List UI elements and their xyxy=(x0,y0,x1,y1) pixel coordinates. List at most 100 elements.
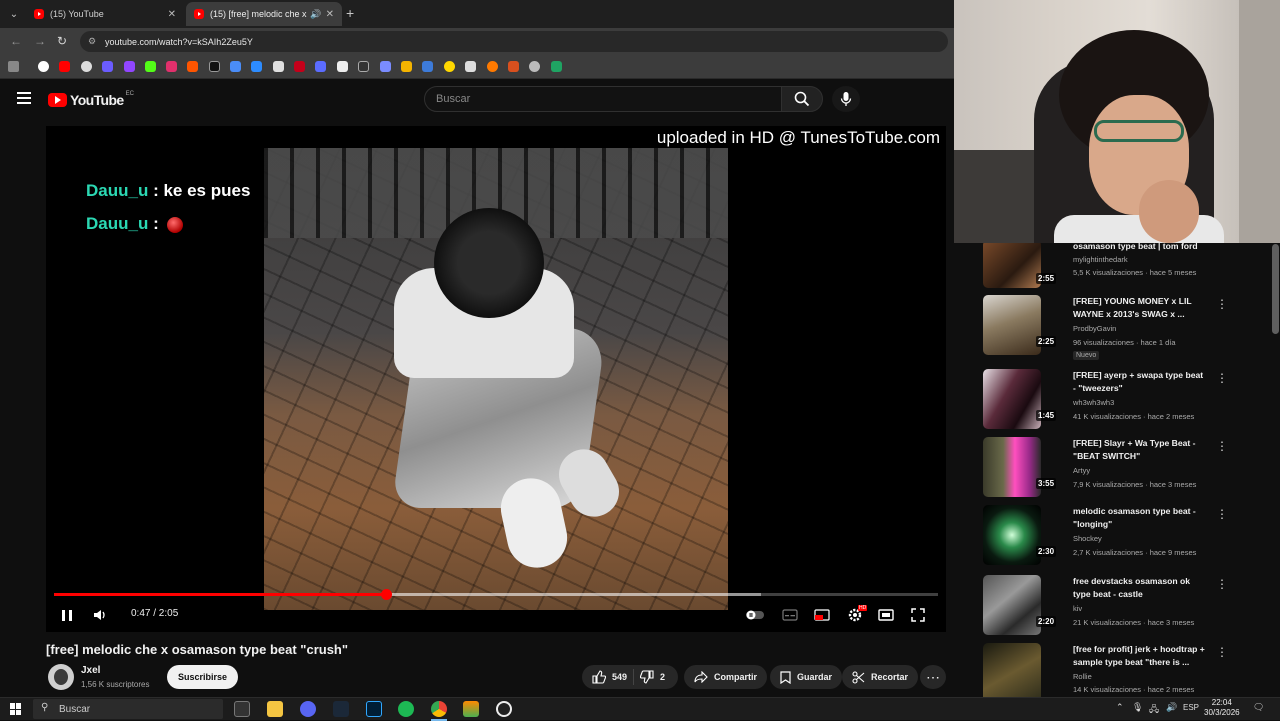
browser-tab-youtube[interactable]: (15) YouTube ✕ xyxy=(26,2,184,26)
translate-bookmark-icon[interactable] xyxy=(230,61,241,72)
recommendation-title[interactable]: free devstacks osamason ok type beat - c… xyxy=(1073,575,1208,601)
subtitles-button[interactable] xyxy=(780,604,800,626)
taskbar-search[interactable]: ⚲ Buscar xyxy=(33,699,223,719)
recommendation-title[interactable]: [FREE] ayerp + swapa type beat - "tweeze… xyxy=(1073,369,1208,395)
volume-button[interactable] xyxy=(90,604,110,626)
clip-button[interactable]: Recortar xyxy=(842,665,919,689)
recommendation-item[interactable]: 2:25 [FREE] YOUNG MONEY x LIL WAYNE x 20… xyxy=(954,295,1280,360)
epic-games-icon[interactable] xyxy=(234,701,250,717)
discord-icon[interactable] xyxy=(300,701,316,717)
bookmark-icon[interactable] xyxy=(358,61,369,72)
share-button[interactable]: Compartir xyxy=(684,665,768,689)
bookmark-icon[interactable] xyxy=(315,61,326,72)
close-tab-icon[interactable]: ✕ xyxy=(326,9,334,20)
recommendation-title[interactable]: [FREE] YOUNG MONEY x LIL WAYNE x 2013's … xyxy=(1073,295,1208,321)
bookmark-icon[interactable] xyxy=(422,61,433,72)
theater-mode-button[interactable] xyxy=(876,604,896,626)
windows-start-icon[interactable] xyxy=(10,703,22,715)
new-tab-button[interactable]: + xyxy=(346,5,354,21)
bookmark-icon[interactable] xyxy=(81,61,92,72)
volume-tray-icon[interactable]: 🔊 xyxy=(1166,702,1177,713)
more-actions-button[interactable]: ⋯ xyxy=(920,665,946,689)
search-input[interactable]: Buscar xyxy=(424,86,782,112)
twitch-bookmark-icon[interactable] xyxy=(124,61,135,72)
video-thumbnail[interactable] xyxy=(983,295,1041,355)
recommendation-title[interactable]: [FREE] Slayr + Wa Type Beat - "BEAT SWIT… xyxy=(1073,437,1208,463)
microphone-tray-icon[interactable]: 🎙 xyxy=(1132,702,1143,713)
search-button[interactable] xyxy=(781,86,823,112)
recommendation-item[interactable]: [free for profit] jerk + hoodtrap + samp… xyxy=(954,643,1280,697)
recommendation-item[interactable]: 2:30 melodic osamason type beat - "longi… xyxy=(954,505,1280,569)
menu-icon[interactable] xyxy=(17,92,31,107)
bookmark-icon[interactable] xyxy=(529,61,540,72)
like-button[interactable]: 549 xyxy=(592,670,627,684)
video-thumbnail[interactable] xyxy=(983,243,1041,288)
obs-icon[interactable] xyxy=(496,701,512,717)
tab-search-button[interactable]: ⌄ xyxy=(5,5,23,23)
kick-bookmark-icon[interactable] xyxy=(145,61,156,72)
soundcloud-bookmark-icon[interactable] xyxy=(187,61,198,72)
browser-tab-video[interactable]: (15) [free] melodic che x os 🔊 ✕ xyxy=(186,2,342,26)
video-thumbnail[interactable] xyxy=(983,643,1041,697)
notifications-icon[interactable]: 🗨 xyxy=(1253,702,1264,713)
recommendation-channel[interactable]: Shockey xyxy=(1073,534,1102,543)
bookmark-icon[interactable] xyxy=(251,61,262,72)
youtube-bookmark-icon[interactable] xyxy=(59,61,70,72)
fullscreen-button[interactable] xyxy=(908,604,928,626)
site-info-icon[interactable]: ⚙ xyxy=(88,36,98,47)
recommendations-scrollbar[interactable] xyxy=(1272,244,1279,334)
bookmark-icon[interactable] xyxy=(102,61,113,72)
chrome-icon[interactable] xyxy=(431,701,447,717)
bookmark-icon[interactable] xyxy=(401,61,412,72)
back-icon[interactable]: ← xyxy=(10,34,22,48)
fl-studio-icon[interactable] xyxy=(463,701,479,717)
address-bar[interactable]: ⚙ youtube.com/watch?v=kSAIh2Zeu5Y xyxy=(80,31,948,52)
photoshop-icon[interactable] xyxy=(366,701,382,717)
speaker-icon[interactable]: 🔊 xyxy=(310,9,321,20)
recommendation-title[interactable]: [free for profit] jerk + hoodtrap + samp… xyxy=(1073,643,1208,669)
recommendation-channel[interactable]: kiv xyxy=(1073,604,1082,613)
video-player[interactable]: uploaded in HD @ TunesToTube.com Dauu_u … xyxy=(46,126,946,632)
recommendation-title[interactable]: osamason type beat | tom ford xyxy=(1073,243,1208,253)
recommendation-item[interactable]: 1:45 [FREE] ayerp + swapa type beat - "t… xyxy=(954,369,1280,433)
recommendation-channel[interactable]: Artyy xyxy=(1073,466,1090,475)
bookmark-icon[interactable] xyxy=(294,61,305,72)
subscribe-button[interactable]: Suscribirse xyxy=(167,665,238,689)
tray-overflow-icon[interactable]: ⌃ xyxy=(1116,702,1124,713)
language-indicator[interactable]: ESP xyxy=(1183,703,1199,712)
video-thumbnail[interactable] xyxy=(983,437,1041,497)
kebab-menu-icon[interactable]: ⋮ xyxy=(1216,371,1228,385)
kebab-menu-icon[interactable]: ⋮ xyxy=(1216,507,1228,521)
kebab-menu-icon[interactable]: ⋮ xyxy=(1216,439,1228,453)
network-icon[interactable]: 🖧 xyxy=(1149,702,1159,718)
recommendation-item[interactable]: 2:20 free devstacks osamason ok type bea… xyxy=(954,575,1280,639)
instagram-bookmark-icon[interactable] xyxy=(166,61,177,72)
cast-button[interactable] xyxy=(812,604,832,626)
video-thumbnail[interactable] xyxy=(983,369,1041,429)
recommendation-channel[interactable]: mylightinthedark xyxy=(1073,255,1128,264)
voice-search-button[interactable] xyxy=(832,86,860,112)
bookmark-icon[interactable] xyxy=(273,61,284,72)
recommendation-title[interactable]: melodic osamason type beat - "longing" xyxy=(1073,505,1208,531)
bookmark-icon[interactable] xyxy=(508,61,519,72)
progress-bar[interactable] xyxy=(54,589,938,600)
recommendation-item[interactable]: 3:55 [FREE] Slayr + Wa Type Beat - "BEAT… xyxy=(954,437,1280,501)
steam-icon[interactable] xyxy=(333,701,349,717)
reload-icon[interactable]: ↻ xyxy=(57,34,67,48)
save-button[interactable]: Guardar xyxy=(770,665,843,689)
bookmark-icon[interactable] xyxy=(465,61,476,72)
forward-icon[interactable]: → xyxy=(34,34,46,48)
dislike-button[interactable]: 2 xyxy=(640,670,665,684)
close-tab-icon[interactable]: ✕ xyxy=(168,9,176,20)
autoplay-toggle[interactable] xyxy=(746,604,764,626)
youtube-logo[interactable]: YouTube EC xyxy=(48,91,134,108)
kebab-menu-icon[interactable]: ⋮ xyxy=(1216,297,1228,311)
kebab-menu-icon[interactable]: ⋮ xyxy=(1216,645,1228,659)
taskbar-clock[interactable]: 22:04 30/3/2026 xyxy=(1204,698,1240,718)
bookmark-icon[interactable] xyxy=(487,61,498,72)
video-thumbnail[interactable] xyxy=(983,505,1041,565)
recommendation-channel[interactable]: Rollie xyxy=(1073,672,1092,681)
kebab-menu-icon[interactable]: ⋮ xyxy=(1216,577,1228,591)
google-bookmark-icon[interactable] xyxy=(38,61,49,72)
bookmark-icon[interactable] xyxy=(444,61,455,72)
